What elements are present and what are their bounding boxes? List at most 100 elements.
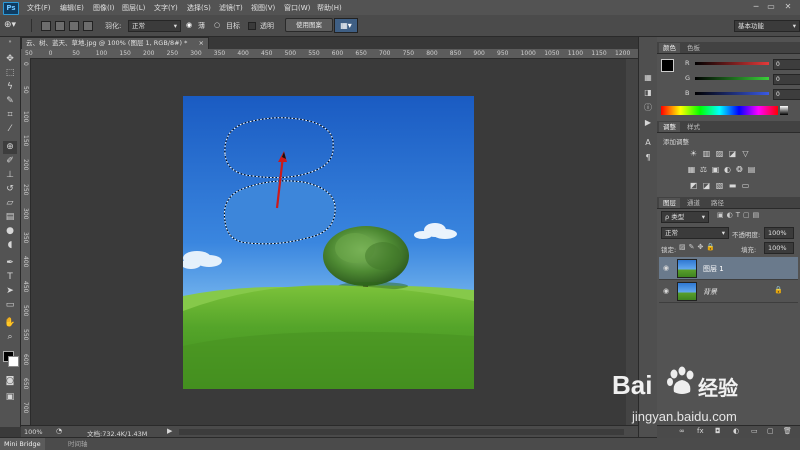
posterize-icon[interactable]: ◪	[702, 181, 711, 190]
feather-select[interactable]: 正常 ▾	[128, 20, 181, 32]
foreground-color-swatch[interactable]	[661, 59, 674, 72]
hand-tool-icon[interactable]: ✋	[3, 317, 17, 330]
channel-r-value[interactable]: 0	[773, 59, 800, 70]
restore-icon[interactable]: ▭	[765, 1, 777, 13]
info-icon[interactable]: ⓘ	[642, 102, 654, 114]
close-icon[interactable]: ✕	[782, 1, 794, 13]
use-pattern-button[interactable]: 使用图案	[285, 18, 333, 32]
menu-view[interactable]: 视图(V)	[251, 3, 275, 13]
layer-style-icon[interactable]: fx	[697, 427, 704, 435]
layer-mask-icon[interactable]: ◘	[715, 427, 721, 435]
curves-icon[interactable]: ▨	[715, 149, 724, 158]
new-layer-icon[interactable]: ▢	[767, 427, 774, 435]
crop-tool-icon[interactable]: ⌗	[3, 109, 17, 122]
threshold-icon[interactable]: ▧	[715, 181, 724, 190]
screen-mode-icon[interactable]: ▣	[3, 391, 17, 404]
menu-type[interactable]: 文字(Y)	[154, 3, 178, 13]
selective-color-icon[interactable]: ▭	[741, 181, 750, 190]
intersect-selection-icon[interactable]	[83, 21, 93, 31]
tab-adjustments[interactable]: 调整	[659, 122, 680, 132]
exposure-icon[interactable]: ◪	[728, 149, 737, 158]
levels-icon[interactable]: ▥	[702, 149, 711, 158]
subtract-selection-icon[interactable]	[69, 21, 79, 31]
tab-paths[interactable]: 路径	[707, 198, 728, 208]
menu-image[interactable]: 图像(I)	[93, 3, 115, 13]
radio-source-icon[interactable]: ◉	[186, 21, 192, 29]
transparent-checkbox[interactable]	[248, 22, 256, 30]
color-spectrum[interactable]	[661, 106, 778, 115]
menu-file[interactable]: 文件(F)	[27, 3, 51, 13]
grayscale-ramp[interactable]	[780, 106, 788, 115]
layer-name[interactable]: 背景	[703, 287, 717, 297]
properties-icon[interactable]: ◨	[642, 87, 654, 99]
menu-layer[interactable]: 图层(L)	[122, 3, 145, 13]
menu-window[interactable]: 窗口(W)	[284, 3, 310, 13]
hue-saturation-icon[interactable]: ▦	[687, 165, 696, 174]
layer-filter-icons[interactable]: ▣◐T▢▤	[717, 211, 762, 219]
new-selection-icon[interactable]	[41, 21, 51, 31]
dodge-tool-icon[interactable]: ◖	[3, 239, 17, 252]
menu-edit[interactable]: 编辑(E)	[60, 3, 84, 13]
move-tool-icon[interactable]: ✥	[3, 53, 17, 66]
close-icon[interactable]: ×	[199, 38, 204, 49]
gradient-tool-icon[interactable]: ▤	[3, 211, 17, 224]
invert-icon[interactable]: ◩	[689, 181, 698, 190]
patch-tool-icon[interactable]: ⊕▾	[4, 19, 22, 31]
color-balance-icon[interactable]: ⚖	[699, 165, 708, 174]
path-selection-tool-icon[interactable]: ➤	[3, 285, 17, 298]
workspace-select[interactable]: 基本功能 ▾	[734, 20, 800, 32]
tab-channels[interactable]: 通道	[683, 198, 704, 208]
channel-g-slider[interactable]	[695, 77, 769, 80]
add-selection-icon[interactable]	[55, 21, 65, 31]
shape-tool-icon[interactable]: ▭	[3, 299, 17, 312]
gradient-map-icon[interactable]: ▬	[728, 181, 737, 190]
black-white-icon[interactable]: ▣	[711, 165, 720, 174]
document-image[interactable]	[183, 96, 474, 389]
vibrance-icon[interactable]: ▽	[741, 149, 750, 158]
actions-icon[interactable]: ▶	[642, 117, 654, 129]
eye-icon[interactable]: ◉	[663, 264, 669, 272]
delete-layer-icon[interactable]: 🗑	[783, 427, 792, 435]
background-color-swatch[interactable]	[8, 356, 19, 367]
status-info-icon[interactable]: ◔	[56, 427, 62, 435]
layer-row-1[interactable]: ◉ 图层 1	[659, 257, 798, 280]
patch-tool-icon[interactable]: ⊕	[3, 141, 17, 154]
layer-name[interactable]: 图层 1	[703, 264, 724, 274]
paragraph-icon[interactable]: ¶	[642, 152, 654, 164]
blend-mode-select[interactable]: 正常 ▾	[661, 227, 729, 239]
collapse-icon[interactable]: »	[3, 39, 17, 45]
menu-select[interactable]: 选择(S)	[187, 3, 211, 13]
eraser-tool-icon[interactable]: ▱	[3, 197, 17, 210]
lock-icons[interactable]: ▨✎✥🔒	[679, 243, 718, 251]
tab-styles[interactable]: 样式	[683, 122, 704, 132]
minimize-icon[interactable]: ─	[750, 1, 762, 13]
history-brush-tool-icon[interactable]: ↺	[3, 183, 17, 196]
quick-selection-tool-icon[interactable]: ✎	[3, 95, 17, 108]
tab-swatches[interactable]: 色板	[683, 43, 704, 53]
radio-target-icon[interactable]: ○	[214, 21, 220, 29]
tab-timeline[interactable]: 时间轴	[68, 438, 88, 450]
eye-icon[interactable]: ◉	[663, 287, 669, 295]
tab-layers[interactable]: 图层	[659, 198, 680, 208]
channel-g-value[interactable]: 0	[773, 74, 800, 85]
zoom-level[interactable]: 100%	[24, 428, 43, 436]
blur-tool-icon[interactable]: ●	[3, 225, 17, 238]
fill-input[interactable]: 100%	[764, 242, 794, 254]
brightness-icon[interactable]: ☀	[689, 149, 698, 158]
channel-r-slider[interactable]	[695, 62, 769, 65]
color-lookup-icon[interactable]: ▤	[747, 165, 756, 174]
layer-row-background[interactable]: ◉ 背景 🔒	[659, 280, 798, 303]
channel-b-value[interactable]: 0	[773, 89, 800, 100]
brush-tool-icon[interactable]: ✐	[3, 155, 17, 168]
channel-mixer-icon[interactable]: ❂	[735, 165, 744, 174]
new-adjustment-icon[interactable]: ◐	[733, 427, 739, 435]
new-group-icon[interactable]: ▭	[751, 427, 758, 435]
marquee-tool-icon[interactable]: ⬚	[3, 67, 17, 80]
pen-tool-icon[interactable]: ✒	[3, 257, 17, 270]
character-icon[interactable]: A	[642, 137, 654, 149]
status-menu-icon[interactable]: ▶	[167, 427, 172, 435]
quick-mask-icon[interactable]: ◙	[3, 375, 17, 388]
layer-filter-select[interactable]: ρ 类型 ▾	[661, 211, 709, 223]
opacity-input[interactable]: 100%	[764, 227, 794, 239]
link-layers-icon[interactable]: ∞	[679, 427, 685, 435]
